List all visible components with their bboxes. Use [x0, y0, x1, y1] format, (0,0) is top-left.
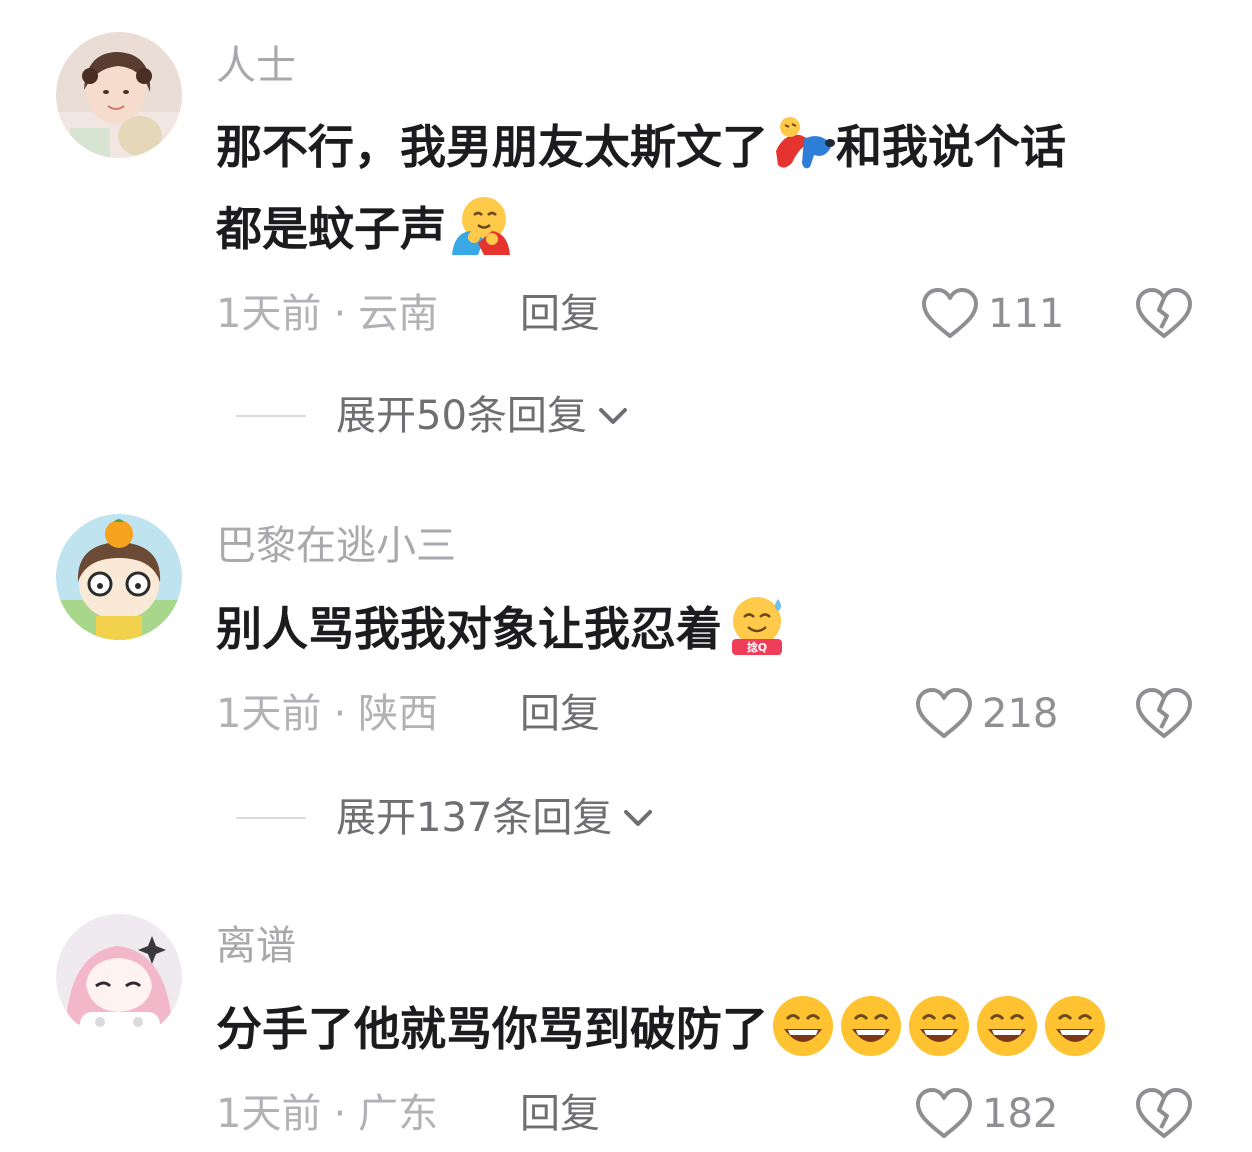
- reply-button[interactable]: 回复: [520, 690, 600, 738]
- grinning-face-emoji: [1042, 993, 1108, 1059]
- grinning-face-emoji: [906, 993, 972, 1059]
- grinning-face-emoji: [838, 993, 904, 1059]
- avatar[interactable]: [56, 514, 182, 640]
- like-button[interactable]: 218: [914, 686, 1058, 742]
- comment-text: 分手了他就骂你骂到破防了: [216, 988, 1206, 1070]
- dislike-button[interactable]: [1134, 686, 1194, 742]
- dislike-button[interactable]: [1134, 286, 1194, 342]
- comment-location: 云南: [358, 291, 439, 337]
- comment-meta: 1天前 · 广东: [216, 1090, 438, 1138]
- username[interactable]: 巴黎在逃小三: [216, 522, 456, 570]
- heart-outline-icon: [916, 688, 972, 738]
- like-button[interactable]: 182: [914, 1086, 1058, 1142]
- username[interactable]: 人士: [216, 42, 296, 90]
- meta-separator: ·: [333, 691, 347, 737]
- meta-separator: ·: [333, 291, 347, 337]
- comment-location: 陕西: [358, 691, 439, 737]
- broken-heart-icon: [1136, 1088, 1192, 1138]
- username[interactable]: 离谱: [216, 922, 296, 970]
- expand-replies-label: 展开137条回复: [336, 795, 613, 841]
- expand-replies-button[interactable]: 展开137条回复: [236, 794, 656, 842]
- grinning-face-emoji: [974, 993, 1040, 1059]
- chevron-down-icon: [598, 408, 627, 424]
- comment-time: 1天前: [216, 691, 322, 737]
- expand-replies-label: 展开50条回复: [336, 393, 587, 439]
- grinning-face-emoji: [770, 993, 836, 1059]
- heart-outline-icon: [922, 288, 978, 338]
- like-count: 218: [982, 691, 1059, 737]
- sweat-smile-hug-emoji: 捻Q: [724, 593, 790, 659]
- broken-heart-icon: [1136, 688, 1192, 738]
- dislike-button[interactable]: [1134, 1086, 1194, 1142]
- like-count: 182: [982, 1091, 1059, 1137]
- comment-time: 1天前: [216, 291, 322, 337]
- hugging-face-emoji: [448, 193, 514, 259]
- meta-separator: ·: [333, 1091, 347, 1137]
- comment-location: 广东: [358, 1091, 439, 1137]
- avatar[interactable]: [56, 914, 182, 1040]
- expand-replies-button[interactable]: 展开50条回复: [236, 392, 631, 440]
- comment-meta: 1天前 · 陕西: [216, 690, 438, 738]
- reply-button[interactable]: 回复: [520, 290, 600, 338]
- chevron-down-icon: [624, 810, 653, 826]
- reply-button[interactable]: 回复: [520, 1090, 600, 1138]
- comment-text: 那不行，我男朋友太斯文了 和我说个话 都是蚊子声: [216, 106, 1206, 270]
- broken-heart-icon: [1136, 288, 1192, 338]
- expand-divider-line: [236, 415, 306, 417]
- like-count: 111: [988, 291, 1065, 337]
- heart-outline-icon: [916, 1088, 972, 1138]
- comment-time: 1天前: [216, 1091, 322, 1137]
- like-button[interactable]: 111: [920, 286, 1064, 342]
- comment-meta: 1天前 · 云南: [216, 290, 438, 338]
- avatar[interactable]: [56, 32, 182, 158]
- fallen-person-emoji: [770, 111, 836, 177]
- comment-text: 别人骂我我对象让我忍着 捻Q: [216, 588, 1206, 670]
- expand-divider-line: [236, 817, 306, 819]
- emoji-badge-text: 捻Q: [747, 640, 767, 654]
